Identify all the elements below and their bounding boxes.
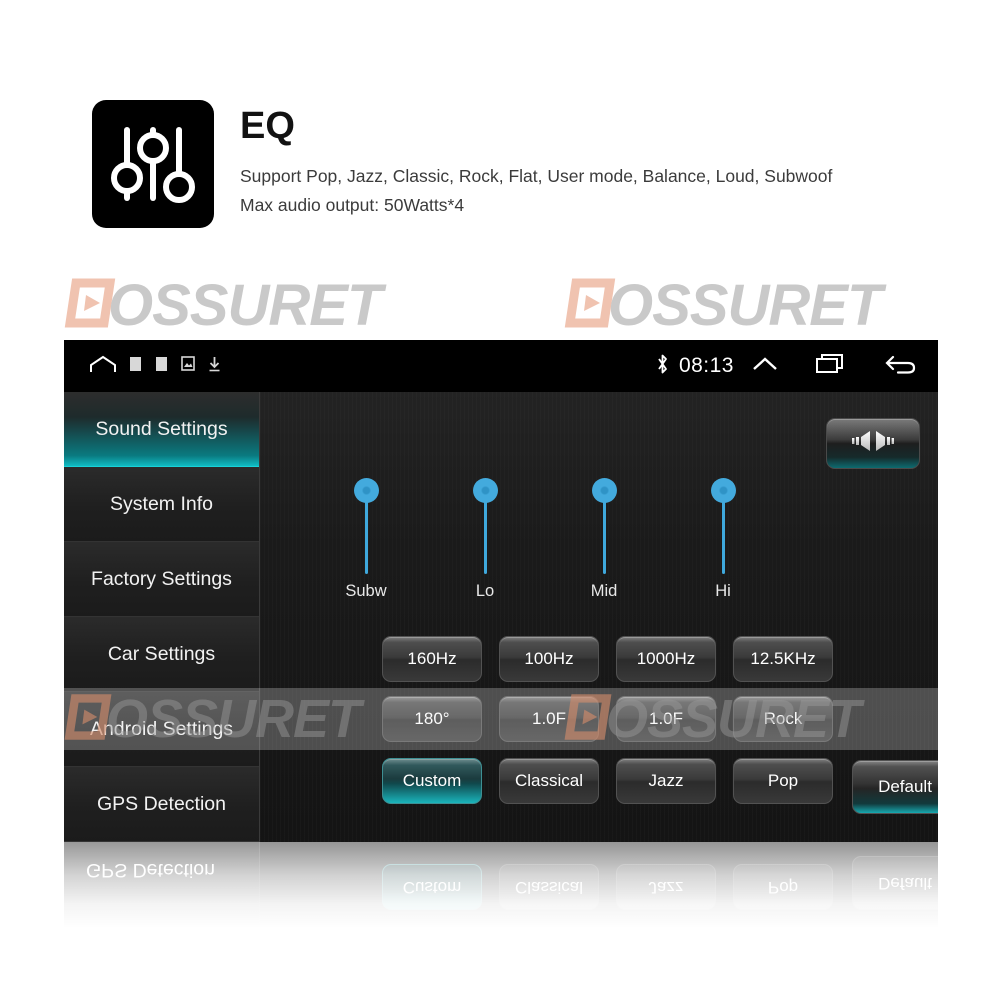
status-bar-clock: 08:13	[678, 354, 734, 377]
reflection-fade-overlay	[64, 842, 938, 928]
button-label: Pop	[767, 771, 799, 790]
preset-button-row: Custom Classical Jazz Pop Default	[260, 758, 938, 814]
back-arrow-icon[interactable]	[884, 353, 916, 380]
button-preset-classical[interactable]: Classical	[499, 758, 599, 804]
status-bar-left-group	[90, 355, 221, 378]
button-160hz[interactable]: 160Hz	[382, 636, 482, 682]
screen-reflection: GPS Detection Custom Classical Jazz Pop …	[64, 842, 938, 928]
sidebar-item-label: Car Settings	[107, 642, 216, 665]
play-button-logo	[562, 275, 618, 336]
feature-description-line-1: Support Pop, Jazz, Classic, Rock, Flat, …	[240, 166, 833, 186]
button-180-degrees[interactable]: 180°	[382, 696, 482, 742]
slider-knob[interactable]	[354, 478, 379, 503]
button-rock-mode[interactable]: Rock	[733, 696, 833, 742]
equalizer-sliders-icon	[92, 100, 214, 228]
slider-label: Mid	[590, 582, 618, 600]
download-icon	[208, 356, 221, 377]
button-label: 12.5KHz	[750, 649, 816, 668]
slider-label: Hi	[715, 582, 731, 600]
button-label: Custom	[402, 771, 462, 790]
button-label: Rock	[763, 709, 803, 728]
android-status-bar: 08:13	[64, 340, 938, 392]
sidebar-item-label: Sound Settings	[95, 417, 228, 440]
sidebar-item-android-settings[interactable]: Android Settings	[64, 692, 259, 767]
settings-sidebar: Sound Settings System Info Factory Setti…	[64, 392, 260, 842]
balance-fader-button[interactable]	[826, 418, 920, 469]
button-preset-jazz[interactable]: Jazz	[616, 758, 716, 804]
slider-knob[interactable]	[711, 478, 736, 503]
sidebar-item-label: System Info	[110, 492, 213, 515]
image-icon	[181, 356, 195, 376]
slider-knob[interactable]	[592, 478, 617, 503]
watermark-text: OSSURET	[608, 273, 882, 338]
watermark-top-right: OSSURET	[562, 272, 882, 339]
head-unit-screen: 08:13 Sound Settings System Info Factory…	[64, 340, 938, 842]
status-square-icon	[155, 356, 168, 377]
button-label: 1.0F	[531, 709, 567, 728]
sidebar-item-factory-settings[interactable]: Factory Settings	[64, 542, 259, 617]
button-mid-factor[interactable]: 1.0F	[616, 696, 716, 742]
button-default[interactable]: Default	[852, 760, 938, 814]
button-label: Default	[878, 777, 932, 796]
button-label: 180°	[414, 709, 450, 728]
bluetooth-icon	[655, 353, 670, 380]
button-100hz[interactable]: 100Hz	[499, 636, 599, 682]
sidebar-item-label: Android Settings	[89, 717, 234, 740]
sidebar-item-system-info[interactable]: System Info	[64, 467, 259, 542]
button-label: Jazz	[648, 771, 684, 790]
header-text-block: EQ Support Pop, Jazz, Classic, Rock, Fla…	[240, 104, 920, 220]
recent-apps-icon[interactable]	[816, 353, 846, 380]
button-label: 1.0F	[648, 709, 684, 728]
dual-speaker-icon	[849, 428, 897, 459]
frequency-button-row: 160Hz 100Hz 1000Hz 12.5KHz	[260, 636, 938, 682]
status-square-icon	[129, 356, 142, 377]
value-button-row: 180° 1.0F 1.0F Rock	[260, 696, 938, 742]
button-preset-custom[interactable]: Custom	[382, 758, 482, 804]
status-bar-right-group: 08:13	[655, 353, 916, 380]
watermark-top-left: OSSURET	[62, 272, 382, 339]
button-label: 100Hz	[524, 649, 574, 668]
page-root: EQ Support Pop, Jazz, Classic, Rock, Fla…	[0, 0, 1000, 1000]
home-icon[interactable]	[90, 355, 116, 378]
sidebar-item-label: GPS Detection	[97, 792, 226, 815]
sidebar-item-gps-detection[interactable]: GPS Detection	[64, 767, 259, 842]
button-label: Classical	[514, 771, 584, 790]
play-button-logo	[62, 275, 118, 336]
button-1000hz[interactable]: 1000Hz	[616, 636, 716, 682]
feature-title: EQ	[240, 105, 295, 147]
sidebar-item-sound-settings[interactable]: Sound Settings	[64, 392, 259, 467]
button-preset-pop[interactable]: Pop	[733, 758, 833, 804]
feature-description-line-2: Max audio output: 50Watts*4	[240, 195, 465, 215]
button-label: 1000Hz	[636, 649, 696, 668]
button-12-5khz[interactable]: 12.5KHz	[733, 636, 833, 682]
chevron-up-icon[interactable]	[752, 354, 778, 379]
button-lo-factor[interactable]: 1.0F	[499, 696, 599, 742]
sidebar-item-car-settings[interactable]: Car Settings	[64, 617, 259, 692]
equalizer-sliders-panel: Subw Lo Mid Hi	[260, 392, 938, 624]
sidebar-item-label: Factory Settings	[91, 567, 232, 590]
settings-screen-body: Sound Settings System Info Factory Setti…	[64, 392, 938, 842]
slider-label: Lo	[475, 582, 495, 600]
button-label: 160Hz	[407, 649, 457, 668]
slider-knob[interactable]	[473, 478, 498, 503]
product-feature-header: EQ Support Pop, Jazz, Classic, Rock, Fla…	[92, 100, 922, 236]
watermark-text: OSSURET	[108, 273, 382, 338]
slider-label: Subw	[345, 582, 387, 600]
